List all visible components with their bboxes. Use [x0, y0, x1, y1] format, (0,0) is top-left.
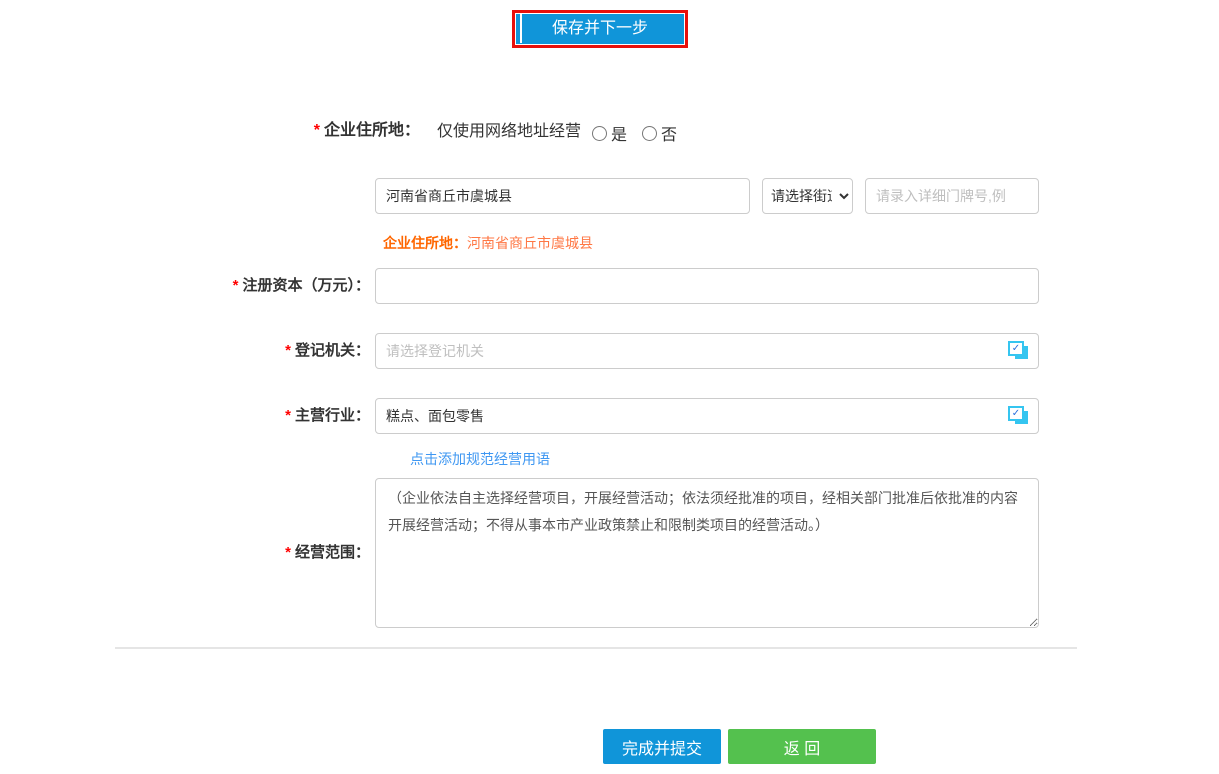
industry-input[interactable]	[375, 398, 1039, 434]
picker-check-icon: ✓	[1008, 341, 1024, 356]
radio-no-label: 否	[661, 121, 677, 145]
required-asterisk: *	[233, 277, 239, 294]
online-address-text: 仅使用网络地址经营	[437, 122, 581, 142]
radio-yes-input[interactable]	[592, 126, 607, 141]
authority-label: *登记机关：	[0, 341, 370, 361]
capital-label: *注册资本（万元）：	[0, 276, 370, 296]
required-asterisk: *	[285, 407, 291, 424]
region-input[interactable]	[375, 178, 750, 214]
authority-picker-icon[interactable]: ✓	[1008, 341, 1030, 361]
industry-label: *主营行业：	[0, 406, 370, 426]
capital-input[interactable]	[375, 268, 1039, 304]
section-divider	[115, 647, 1077, 649]
street-select[interactable]: 请选择街道	[762, 178, 853, 214]
scope-textarea[interactable]: （企业依法自主选择经营项目，开展经营活动；依法须经批准的项目，经相关部门批准后依…	[375, 478, 1039, 628]
save-next-button[interactable]: 保存并下一步	[516, 14, 684, 44]
radio-no-input[interactable]	[642, 126, 657, 141]
residence-note-value: 河南省商丘市虞城县	[467, 235, 593, 251]
address-detail-input[interactable]	[865, 178, 1039, 214]
radio-yes-label: 是	[611, 121, 627, 145]
residence-label: *企业住所地：	[0, 121, 420, 141]
submit-button[interactable]: 完成并提交	[603, 729, 721, 764]
scope-label: *经营范围：	[0, 543, 370, 563]
authority-input[interactable]	[375, 333, 1039, 369]
business-registration-form-page: 保存并下一步 *企业住所地： 仅使用网络地址经营 是 否 请选择街道 企业住所地…	[0, 0, 1219, 774]
radio-no[interactable]: 否	[642, 121, 677, 145]
required-asterisk: *	[285, 342, 291, 359]
residence-note-label: 企业住所地：	[383, 235, 467, 251]
radio-yes[interactable]: 是	[592, 121, 627, 145]
add-standard-terms-link[interactable]: 点击添加规范经营用语	[410, 449, 550, 469]
highlight-box: 保存并下一步	[512, 10, 688, 48]
back-button[interactable]: 返 回	[728, 729, 876, 764]
picker-check-icon: ✓	[1008, 406, 1024, 421]
industry-picker-icon[interactable]: ✓	[1008, 406, 1030, 426]
residence-note: 企业住所地：河南省商丘市虞城县	[383, 234, 593, 252]
required-asterisk: *	[314, 122, 320, 139]
cursor-artifact	[520, 13, 522, 43]
required-asterisk: *	[285, 544, 291, 561]
